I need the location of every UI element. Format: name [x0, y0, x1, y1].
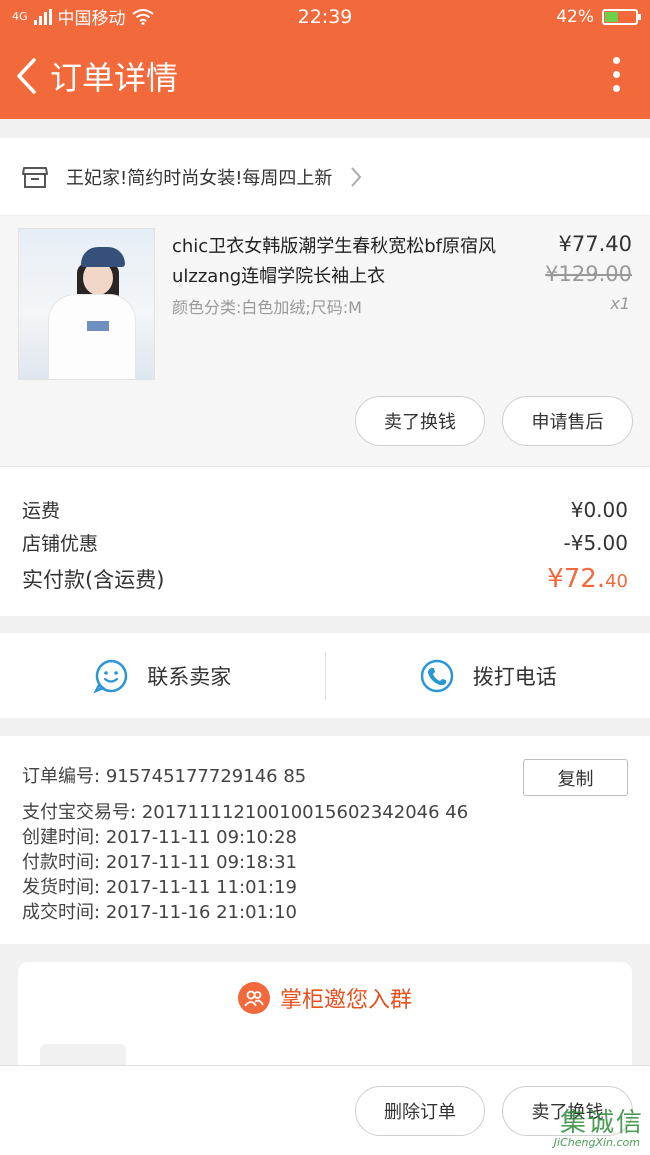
watermark-sub: JiChengXin.com [553, 1136, 640, 1149]
group-invite-title: 掌柜邀您入群 [279, 988, 412, 1013]
alipay-label: 支付宝交易号: [22, 802, 137, 823]
product-sku: 颜色分类:白色加绒;尺码:M [172, 298, 362, 317]
phone-icon [420, 659, 453, 692]
order-number[interactable]: 915745177729146 85 [106, 766, 306, 787]
copy-button[interactable]: 复制 [523, 759, 628, 796]
product-image[interactable] [18, 228, 155, 380]
product-price: ¥77.40 [558, 232, 632, 256]
back-button[interactable] [6, 33, 46, 119]
done-time: 2017-11-16 21:01:10 [105, 902, 297, 923]
shipped-label: 发货时间: [22, 877, 101, 898]
call-label: 拨打电话 [472, 664, 557, 689]
group-invite-card[interactable]: 掌柜邀您入群 [18, 962, 632, 1104]
paid-row: 付款时间: 2017-11-11 09:18:31 [22, 850, 628, 875]
group-invite-header: 掌柜邀您入群 [18, 982, 632, 1014]
group-icon [237, 982, 270, 1014]
created-row: 创建时间: 2017-11-11 09:10:28 [22, 825, 628, 850]
shipping-label: 运费 [22, 500, 61, 522]
shipped-time: 2017-11-11 11:01:19 [105, 877, 297, 898]
chat-icon [93, 659, 128, 693]
discount-value: -¥5.00 [563, 530, 628, 555]
product-original-price: ¥129.00 [545, 262, 632, 286]
total-label: 实付款(含运费) [22, 568, 165, 592]
alipay-number: 20171111210010015602342046 46 [141, 802, 469, 823]
battery-icon [602, 8, 641, 25]
order-number-label: 订单编号: [22, 766, 101, 787]
store-icon [22, 166, 48, 188]
product-quantity: x1 [610, 294, 630, 313]
clock: 22:39 [297, 5, 353, 28]
total-cents: 40 [605, 571, 628, 592]
chevron-left-icon [17, 58, 36, 94]
call-button[interactable]: 拨打电话 [326, 633, 650, 718]
page-title: 订单详情 [50, 59, 179, 97]
fee-summary: 运费 ¥0.00 店铺优惠 -¥5.00 实付款(含运费) ¥72.40 [0, 466, 650, 616]
after-sales-button[interactable]: 申请售后 [502, 396, 633, 446]
contact-bar: 联系卖家 拨打电话 [0, 633, 650, 718]
watermark-main: 集诚信 [559, 1108, 644, 1138]
watermark-logo: 集诚信 JiChengXin.com [516, 1102, 646, 1152]
total-main: ¥72. [547, 564, 606, 594]
delete-order-button[interactable]: 删除订单 [355, 1086, 485, 1136]
order-info: 订单编号: 915745177729146 85 复制 支付宝交易号: 2017… [0, 736, 650, 944]
shop-name: 王妃家!简约时尚女装!每周四上新 [66, 167, 333, 189]
status-bar: 4G 中国移动 22:39 42% [0, 0, 650, 33]
contact-seller-label: 联系卖家 [147, 664, 232, 689]
contact-seller-button[interactable]: 联系卖家 [0, 633, 325, 718]
shipped-row: 发货时间: 2017-11-11 11:01:19 [22, 875, 628, 900]
done-label: 成交时间: [22, 902, 101, 923]
chevron-right-icon [351, 166, 362, 187]
shop-row[interactable]: 王妃家!简约时尚女装!每周四上新 [0, 138, 650, 216]
discount-label: 店铺优惠 [22, 533, 99, 555]
product-card: chic卫衣女韩版潮学生春秋宽松bf原宿风ulzzang连帽学院长袖上衣 颜色分… [0, 216, 650, 466]
alipay-row: 支付宝交易号: 20171111210010015602342046 46 [22, 800, 628, 825]
done-row: 成交时间: 2017-11-16 21:01:10 [22, 900, 628, 925]
paid-time: 2017-11-11 09:18:31 [105, 852, 297, 873]
title-bar: 订单详情 [0, 33, 650, 119]
created-time: 2017-11-11 09:10:28 [105, 827, 297, 848]
shipping-value: ¥0.00 [570, 497, 628, 522]
product-title[interactable]: chic卫衣女韩版潮学生春秋宽松bf原宿风ulzzang连帽学院长袖上衣 [172, 232, 522, 292]
more-button[interactable] [613, 57, 620, 92]
more-vertical-icon [613, 57, 620, 64]
created-label: 创建时间: [22, 827, 101, 848]
total-value: ¥72.40 [547, 564, 628, 594]
paid-label: 付款时间: [22, 852, 101, 873]
sell-button[interactable]: 卖了换钱 [355, 396, 485, 446]
